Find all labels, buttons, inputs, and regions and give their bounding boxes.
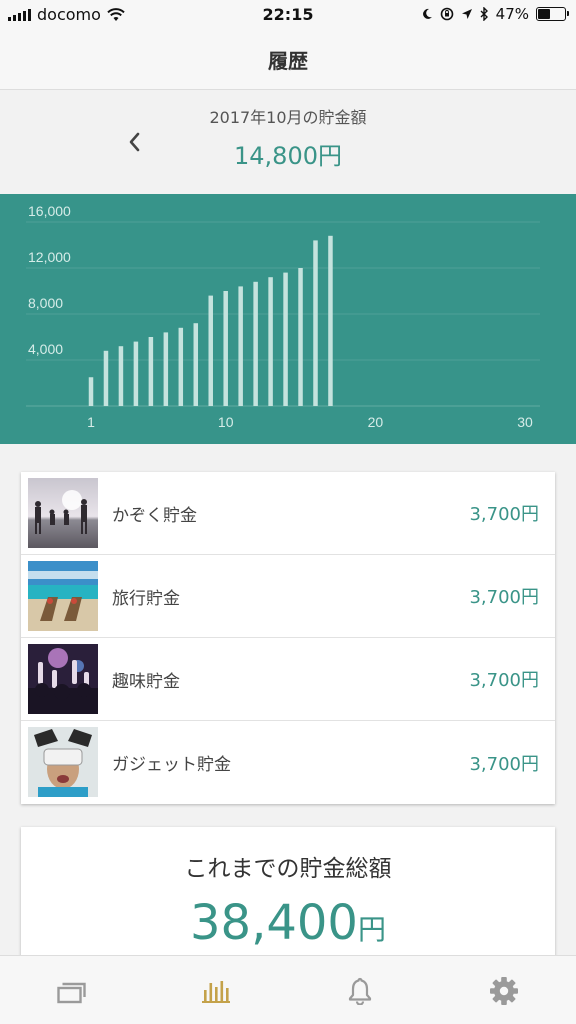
chart-bar bbox=[328, 235, 333, 406]
status-right: 47% bbox=[421, 5, 569, 23]
chart-bar bbox=[298, 268, 303, 406]
x-tick-label: 30 bbox=[517, 414, 533, 430]
chart-bar bbox=[193, 323, 199, 406]
chart-bar bbox=[133, 341, 139, 406]
chart-bar bbox=[238, 286, 243, 406]
goal-amount: 3,700円 bbox=[469, 670, 539, 691]
savings-chart: 4,000 8,000 12,000 16,000 1 10 20 30 bbox=[0, 194, 576, 444]
total-card: これまでの貯金総額 38,400円 bbox=[21, 827, 555, 967]
nav-bar: 履歴 bbox=[0, 30, 576, 90]
x-tick-label: 10 bbox=[218, 414, 234, 430]
tab-cards[interactable] bbox=[0, 956, 144, 1024]
chart-bar bbox=[88, 377, 94, 406]
goal-amount: 3,700円 bbox=[469, 753, 539, 775]
goal-row-gadget[interactable]: ガジェット貯金 3,700円 bbox=[21, 721, 555, 804]
chart-bar bbox=[103, 350, 109, 406]
goal-name: 趣味貯金 bbox=[112, 671, 180, 692]
total-amount-unit: 円 bbox=[357, 913, 386, 946]
goal-row-travel[interactable]: 旅行貯金 3,700円 bbox=[21, 555, 555, 638]
x-tick-label: 1 bbox=[87, 414, 95, 430]
battery-percent: 47% bbox=[495, 5, 529, 23]
page-title: 履歴 bbox=[268, 49, 308, 73]
tab-bar bbox=[0, 955, 576, 1024]
goal-row-hobby[interactable]: 趣味貯金 3,700円 bbox=[21, 638, 555, 721]
chart-bar bbox=[313, 240, 318, 406]
location-icon bbox=[461, 9, 472, 19]
chart-svg: 4,000 8,000 12,000 16,000 1 10 20 30 bbox=[26, 203, 540, 430]
tab-chart[interactable] bbox=[144, 956, 288, 1024]
goal-amount: 3,700円 bbox=[469, 587, 539, 608]
goal-list: かぞく貯金 3,700円 旅行貯金 3,700円 趣味貯金 3,700円 ガジェ… bbox=[21, 472, 555, 804]
battery-icon bbox=[536, 7, 569, 21]
chart-bar bbox=[268, 277, 273, 406]
month-header: 2017年10月の貯金額 14,800円 bbox=[0, 90, 576, 194]
concert-crowd-photo bbox=[28, 644, 98, 714]
y-tick-label: 4,000 bbox=[28, 341, 63, 357]
chart-bar bbox=[223, 291, 228, 406]
vr-headset-photo bbox=[28, 727, 98, 797]
y-tick-label: 16,000 bbox=[28, 203, 71, 219]
y-tick-label: 8,000 bbox=[28, 295, 63, 311]
moon-icon bbox=[422, 8, 432, 19]
bell-icon bbox=[348, 977, 372, 1005]
chart-bar bbox=[163, 332, 169, 406]
goal-name: 旅行貯金 bbox=[112, 588, 180, 609]
goal-row-family[interactable]: かぞく貯金 3,700円 bbox=[21, 472, 555, 555]
chart-bar bbox=[148, 337, 154, 406]
chart-bar bbox=[118, 346, 124, 406]
chart-bar bbox=[283, 272, 288, 406]
total-amount-value: 38,400 bbox=[190, 895, 358, 951]
month-label: 2017年10月の貯金額 bbox=[209, 108, 367, 127]
goal-name: ガジェット貯金 bbox=[112, 755, 231, 775]
month-amount: 14,800円 bbox=[234, 142, 342, 170]
x-tick-label: 20 bbox=[368, 414, 384, 430]
goal-amount: 3,700円 bbox=[469, 504, 539, 525]
tab-settings[interactable] bbox=[432, 956, 576, 1024]
chart-bar bbox=[178, 327, 184, 406]
orientation-lock-icon bbox=[440, 7, 453, 21]
gear-icon bbox=[490, 976, 518, 1005]
bluetooth-icon bbox=[480, 7, 488, 21]
total-label: これまでの貯金総額 bbox=[184, 856, 392, 882]
chart-bar bbox=[253, 281, 258, 406]
chart-bar bbox=[208, 295, 213, 406]
family-beach-photo bbox=[28, 478, 98, 548]
status-bar: docomo 22:15 47% bbox=[0, 0, 576, 30]
beach-chairs-photo bbox=[28, 561, 98, 631]
y-tick-label: 12,000 bbox=[28, 249, 71, 265]
total-amount: 38,400円 bbox=[21, 895, 555, 951]
cards-icon bbox=[57, 982, 86, 1003]
tab-notifications[interactable] bbox=[288, 956, 432, 1024]
bar-chart-icon bbox=[202, 980, 230, 1003]
goal-name: かぞく貯金 bbox=[112, 505, 197, 526]
